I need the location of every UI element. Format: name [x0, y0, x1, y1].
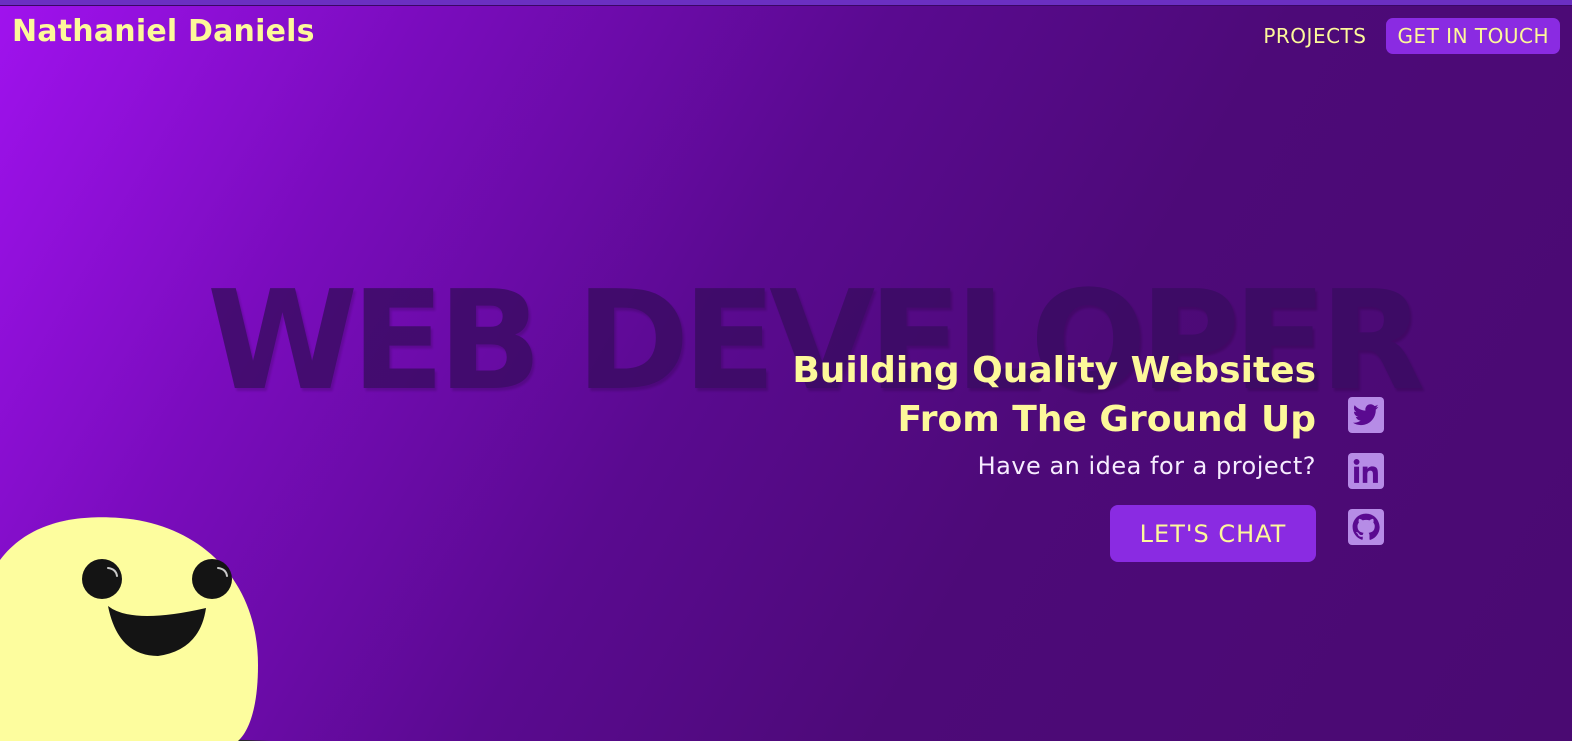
- hero-tagline: Have an idea for a project?: [977, 452, 1316, 480]
- twitter-link[interactable]: [1348, 397, 1384, 433]
- twitter-icon: [1353, 404, 1379, 426]
- top-border: [0, 0, 1572, 6]
- main-nav: PROJECTS GET IN TOUCH: [1263, 18, 1560, 54]
- lets-chat-button[interactable]: LET'S CHAT: [1110, 505, 1316, 562]
- linkedin-icon: [1353, 458, 1378, 483]
- github-link[interactable]: [1348, 509, 1384, 545]
- nav-projects-link[interactable]: PROJECTS: [1263, 24, 1366, 48]
- hero-headline: Building Quality Websites From The Groun…: [792, 346, 1316, 444]
- right-eye-icon: [192, 559, 232, 599]
- smiley-mascot: [0, 517, 270, 741]
- headline-line-2: From The Ground Up: [897, 399, 1316, 440]
- get-in-touch-button[interactable]: GET IN TOUCH: [1386, 18, 1560, 54]
- left-eye-icon: [82, 559, 122, 599]
- site-title[interactable]: Nathaniel Daniels: [12, 14, 315, 49]
- linkedin-link[interactable]: [1348, 453, 1384, 489]
- github-icon: [1352, 513, 1380, 540]
- headline-line-1: Building Quality Websites: [792, 350, 1316, 391]
